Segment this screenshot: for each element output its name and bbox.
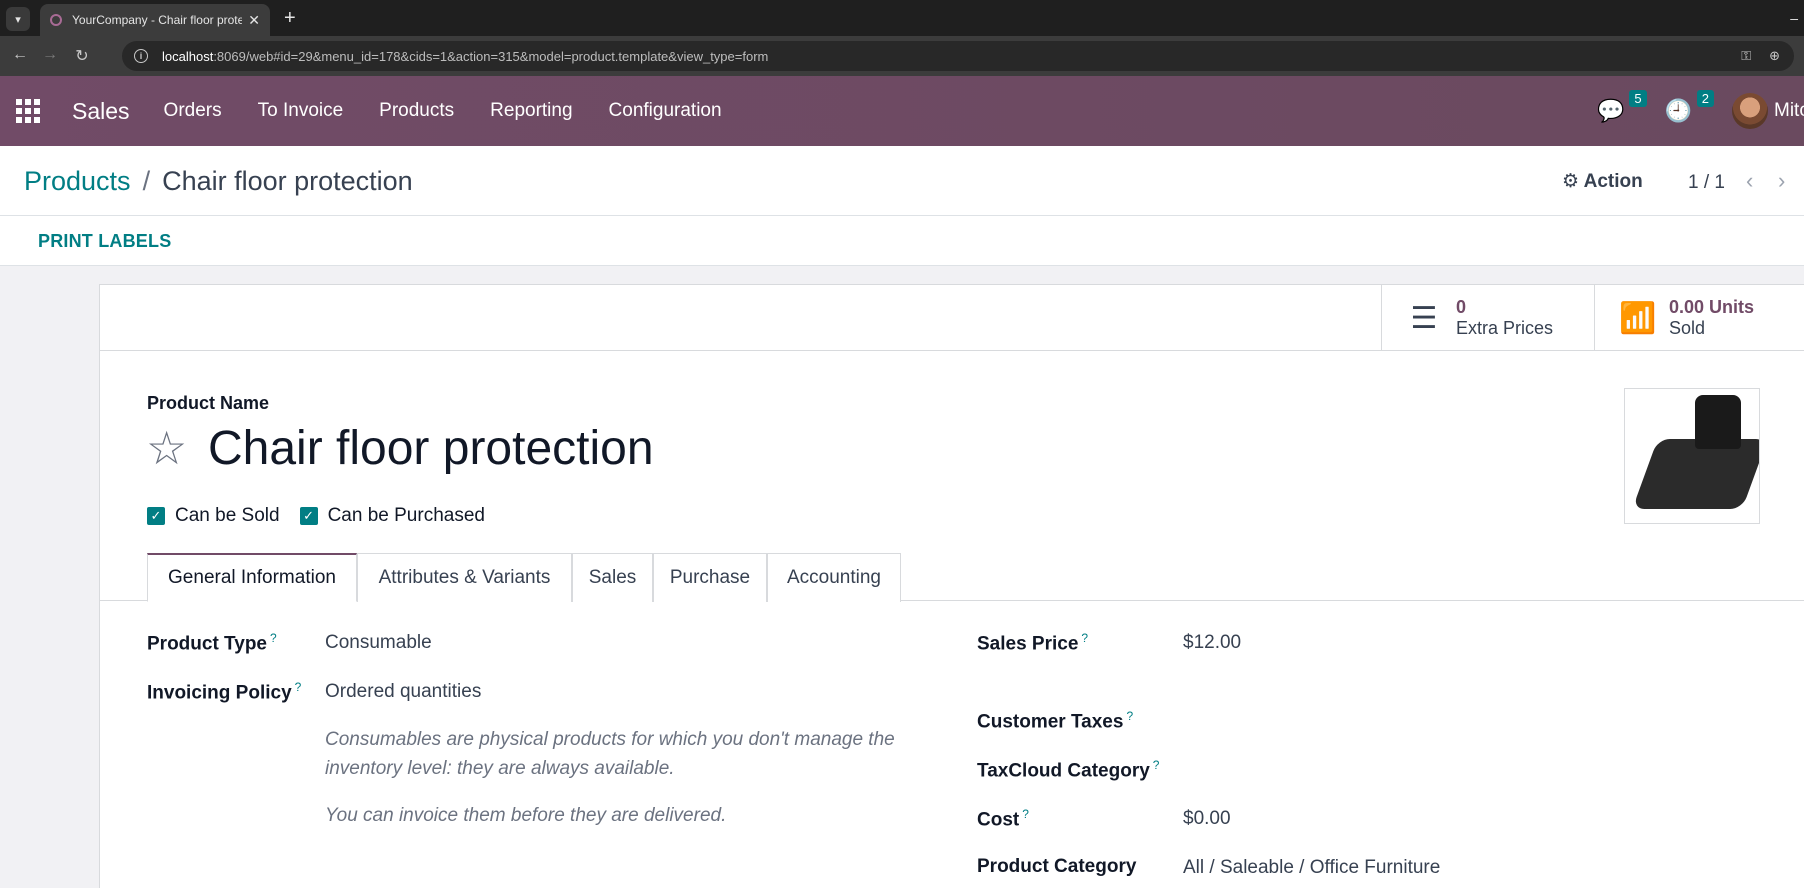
browser-toolbar: ← → ↻ i localhost:8069/web#id=29&menu_id… — [0, 36, 1804, 76]
action-label: Action — [1583, 171, 1643, 192]
tab-list-chevron-icon[interactable]: ▾ — [6, 7, 30, 31]
product-category-field[interactable]: All / Saleable / Office Furniture — [1183, 857, 1440, 879]
messages-button[interactable]: 💬 5 — [1597, 90, 1647, 124]
gear-icon: ⚙ — [1562, 171, 1580, 192]
invoicing-policy-field[interactable]: Ordered quantities — [325, 681, 481, 703]
product-name-field[interactable]: Chair floor protection — [208, 421, 654, 476]
url-text[interactable]: localhost:8069/web#id=29&menu_id=178&cid… — [162, 49, 768, 64]
window-minimize-icon[interactable]: – — [1790, 10, 1798, 26]
chair-shape — [1695, 395, 1741, 449]
help-tooltip-icon[interactable]: ? — [1081, 631, 1088, 645]
help-tooltip-icon[interactable]: ? — [1153, 758, 1160, 772]
help-tooltip-icon[interactable]: ? — [270, 631, 277, 645]
can-be-sold-checkbox[interactable]: ✓ Can be Sold — [147, 505, 280, 527]
floor-mat-shape — [1632, 439, 1759, 509]
new-tab-plus-icon[interactable]: + — [284, 8, 296, 28]
clock-icon: 🕘 — [1664, 98, 1692, 123]
cost-label: Cost? — [977, 807, 1029, 831]
zoom-icon[interactable]: ⊕ — [1769, 48, 1780, 64]
product-type-field[interactable]: Consumable — [325, 632, 432, 654]
menu-to-invoice[interactable]: To Invoice — [258, 100, 344, 122]
form-statusbar: PRINT LABELS — [0, 216, 1804, 266]
sales-price-label: Sales Price? — [977, 631, 1089, 655]
action-menu-button[interactable]: ⚙ Action — [1562, 170, 1643, 193]
tab-favicon-icon — [50, 14, 62, 26]
forward-arrow-icon[interactable]: → — [40, 46, 60, 64]
main-navbar: Sales Orders To Invoice Products Reporti… — [0, 76, 1804, 146]
app-name[interactable]: Sales — [72, 98, 130, 125]
extra-prices-value: 0 — [1456, 297, 1467, 317]
activities-button[interactable]: 🕘 2 — [1664, 90, 1714, 124]
activities-badge: 2 — [1696, 90, 1714, 107]
checkbox-checked-icon[interactable]: ✓ — [299, 507, 318, 525]
can-be-purchased-label: Can be Purchased — [327, 505, 485, 526]
help-tooltip-icon[interactable]: ? — [1126, 709, 1133, 723]
address-bar[interactable]: i localhost:8069/web#id=29&menu_id=178&c… — [122, 41, 1794, 71]
breadcrumb-current: Chair floor protection — [162, 166, 413, 196]
sales-price-field[interactable]: $12.00 — [1183, 632, 1241, 654]
back-arrow-icon[interactable]: ← — [10, 46, 30, 64]
invoicing-policy-label: Invoicing Policy? — [147, 680, 302, 704]
help-tooltip-icon[interactable]: ? — [1022, 807, 1029, 821]
smart-button-box: ☰ 0 Extra Prices 📶 0.00 Units Sold — [100, 285, 1804, 351]
tab-close-icon[interactable]: ✕ — [248, 12, 260, 29]
units-sold-label: Sold — [1669, 318, 1706, 338]
user-name[interactable]: Mitchell Admin — [1774, 100, 1804, 122]
product-type-label: Product Type? — [147, 631, 277, 655]
cost-field[interactable]: $0.00 — [1183, 808, 1231, 830]
invoicing-help-text: You can invoice them before they are del… — [325, 805, 727, 826]
breadcrumb-products-link[interactable]: Products — [24, 166, 131, 197]
chat-bubbles-icon: 💬 — [1597, 98, 1625, 123]
tab-title: YourCompany - Chair floor protection — [72, 13, 242, 27]
checkbox-checked-icon[interactable]: ✓ — [147, 507, 165, 525]
favorite-star-icon[interactable]: ☆ — [146, 421, 187, 475]
units-sold-value: 0.00 Units — [1669, 297, 1755, 317]
taxcloud-category-label: TaxCloud Category? — [977, 758, 1160, 782]
can-be-sold-label: Can be Sold — [175, 505, 280, 526]
control-panel: Products / Chair floor protection ⚙ Acti… — [0, 146, 1804, 216]
password-key-icon[interactable]: ⚿ — [1741, 48, 1751, 64]
product-type-help-text: Consumables are physical products for wh… — [325, 729, 895, 779]
help-tooltip-icon[interactable]: ? — [295, 680, 302, 694]
breadcrumb-separator: / — [142, 166, 151, 196]
product-checkboxes: ✓ Can be Sold ✓ Can be Purchased — [147, 505, 485, 527]
menu-orders[interactable]: Orders — [164, 100, 222, 122]
app-menu-grid-icon[interactable] — [16, 99, 40, 123]
browser-tab[interactable]: YourCompany - Chair floor protection ✕ — [40, 4, 270, 36]
list-icon: ☰ — [1410, 301, 1438, 335]
tab-general-information[interactable]: General Information — [147, 553, 357, 602]
pager-value[interactable]: 1 / 1 — [1688, 172, 1725, 194]
product-category-label: Product Category — [977, 856, 1137, 877]
menu-configuration[interactable]: Configuration — [609, 100, 722, 122]
customer-taxes-label: Customer Taxes? — [977, 709, 1134, 733]
form-sheet: ☰ 0 Extra Prices 📶 0.00 Units Sold Produ… — [99, 284, 1804, 888]
tab-attributes-variants[interactable]: Attributes & Variants — [357, 553, 572, 602]
units-sold-button[interactable]: 📶 0.00 Units Sold — [1594, 285, 1804, 351]
signal-bars-icon: 📶 — [1619, 301, 1657, 335]
notebook-tabs: General Information Attributes & Variant… — [100, 553, 1804, 602]
product-name-label: Product Name — [147, 393, 270, 413]
print-labels-button[interactable]: PRINT LABELS — [38, 231, 171, 252]
reload-icon[interactable]: ↻ — [72, 46, 92, 66]
browser-tabstrip: ▾ YourCompany - Chair floor protection ✕… — [0, 0, 1804, 36]
menu-products[interactable]: Products — [379, 100, 454, 122]
product-image[interactable] — [1624, 388, 1760, 524]
user-avatar[interactable] — [1732, 93, 1768, 129]
extra-prices-button[interactable]: ☰ 0 Extra Prices — [1381, 285, 1594, 351]
tab-sales[interactable]: Sales — [572, 553, 653, 602]
site-info-icon[interactable]: i — [134, 49, 148, 63]
can-be-purchased-checkbox[interactable]: ✓ Can be Purchased — [299, 505, 485, 527]
messages-badge: 5 — [1629, 90, 1647, 107]
pager-next-icon[interactable]: › — [1778, 168, 1785, 194]
tab-purchase[interactable]: Purchase — [653, 553, 767, 602]
breadcrumb: Products / Chair floor protection — [24, 166, 413, 197]
pager-previous-icon[interactable]: ‹ — [1746, 168, 1753, 194]
extra-prices-label: Extra Prices — [1456, 318, 1554, 338]
menu-reporting[interactable]: Reporting — [490, 100, 572, 122]
tab-accounting[interactable]: Accounting — [767, 553, 901, 602]
